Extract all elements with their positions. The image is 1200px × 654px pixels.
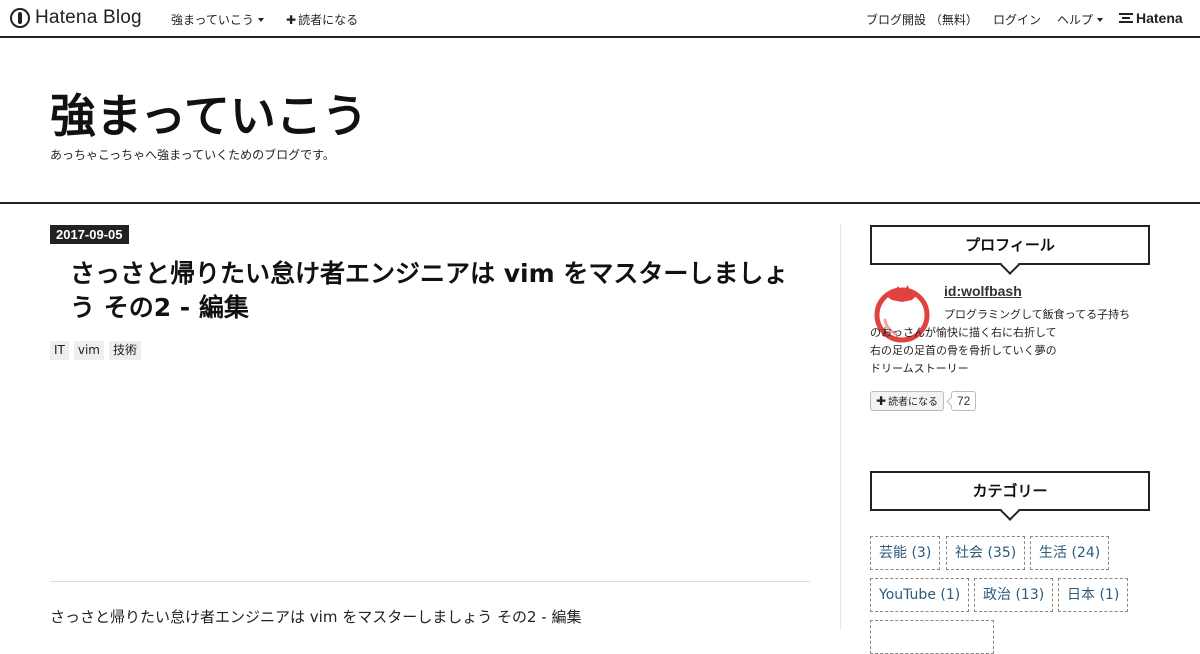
category-item[interactable]: 芸能 (3) bbox=[870, 536, 941, 570]
category-item[interactable]: 日本 (1) bbox=[1058, 578, 1129, 612]
subscribe-link-label: 読者になる bbox=[298, 13, 359, 27]
global-header: Hatena Blog 強まっていこう ✚ 読者になる ブログ開設 （無料） ログ… bbox=[0, 0, 1200, 38]
subscriber-count[interactable]: 72 bbox=[951, 391, 977, 411]
profile-desc-line: のおっさんが愉快に描く右に右折して bbox=[870, 326, 1057, 339]
profile-module-title: プロフィール bbox=[870, 225, 1150, 265]
blog-header: 強まっていこう あっちゃこっちゃへ強まっていくためのブログです。 bbox=[0, 38, 1200, 204]
blog-menu-label: 強まっていこう bbox=[171, 13, 254, 27]
entry-title[interactable]: さっさと帰りたい怠け者エンジニアは vim をマスターしましょう その2 - 編… bbox=[70, 257, 810, 325]
subscribe-link[interactable]: ✚ 読者になる bbox=[286, 11, 358, 28]
sidebar-divider bbox=[840, 225, 841, 630]
profile-desc-line: 右の足の足首の骨を骨折していく夢の bbox=[870, 344, 1057, 357]
category-item[interactable]: 政治 (13) bbox=[974, 578, 1054, 612]
hatena-logo[interactable]: Hatena bbox=[1119, 10, 1183, 26]
caret-down-icon bbox=[1097, 18, 1104, 22]
profile-desc-line: ドリームストーリー bbox=[870, 362, 969, 375]
category-item[interactable]: 生活 (24) bbox=[1030, 536, 1110, 570]
plus-icon: ✚ bbox=[876, 394, 887, 408]
login-link[interactable]: ログイン bbox=[993, 11, 1041, 28]
profile-id-link[interactable]: id:wolfbash bbox=[944, 283, 1022, 299]
subscribe-button-label: 読者になる bbox=[888, 397, 939, 408]
entry-summary: さっさと帰りたい怠け者エンジニアは vim をマスターしましょう その2 - 編… bbox=[50, 608, 582, 626]
entry-date[interactable]: 2017-09-05 bbox=[50, 225, 129, 244]
profile-description: プログラミングして飯食ってる子持ち のおっさんが愉快に描く右に右折して 右の足の… bbox=[870, 306, 1152, 378]
blog-description: あっちゃこっちゃへ強まっていくためのブログです。 bbox=[50, 148, 335, 162]
blog-menu[interactable]: 強まっていこう bbox=[171, 11, 264, 28]
subscribe-button[interactable]: ✚ 読者になる bbox=[870, 391, 945, 411]
category-item[interactable]: 社会 (35) bbox=[946, 536, 1026, 570]
hatena-logo-text: Hatena bbox=[1136, 10, 1183, 26]
help-menu-label: ヘルプ bbox=[1057, 13, 1094, 27]
tag-it[interactable]: IT bbox=[50, 341, 69, 360]
profile-desc-line: プログラミングして飯食ってる子持ち bbox=[944, 308, 1131, 321]
category-item[interactable]: YouTube (1) bbox=[870, 578, 970, 612]
category-module-title: カテゴリー bbox=[870, 471, 1150, 511]
logo-text: Hatena Blog bbox=[35, 7, 142, 28]
tag-tech[interactable]: 技術 bbox=[109, 341, 142, 360]
category-item[interactable] bbox=[870, 620, 994, 654]
entry-tags: IT vim 技術 bbox=[50, 341, 142, 360]
plus-icon: ✚ bbox=[286, 13, 297, 27]
hatena-blog-logo[interactable]: Hatena Blog bbox=[10, 7, 142, 29]
open-blog-link[interactable]: ブログ開設 （無料） bbox=[866, 11, 978, 28]
caret-down-icon bbox=[257, 18, 264, 22]
entry-divider bbox=[50, 581, 810, 582]
tag-vim[interactable]: vim bbox=[73, 341, 104, 360]
hatena-icon bbox=[1119, 13, 1133, 23]
help-menu[interactable]: ヘルプ bbox=[1057, 11, 1104, 28]
blog-title[interactable]: 強まっていこう bbox=[50, 80, 368, 146]
hatena-blog-pen-icon bbox=[10, 8, 30, 28]
